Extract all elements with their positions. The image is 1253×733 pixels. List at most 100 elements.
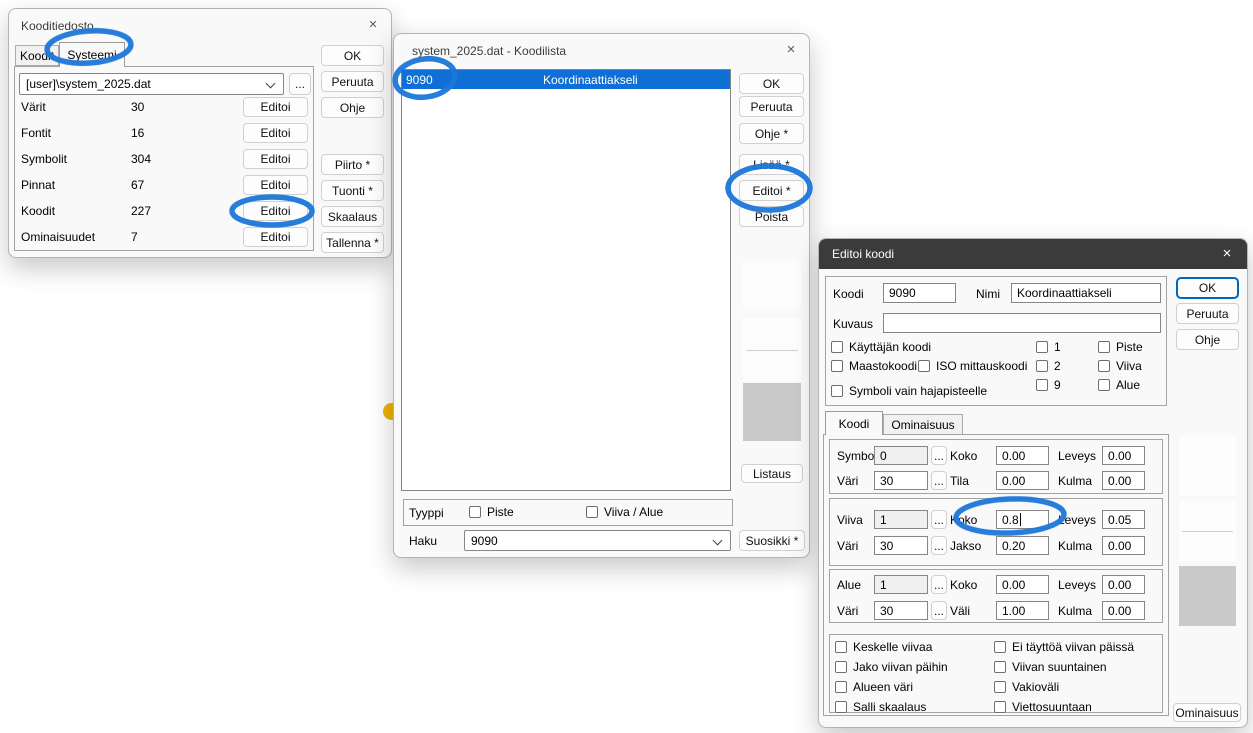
symboli-koko-field[interactable]: 0.00 [996, 446, 1049, 465]
ohje-button[interactable]: Ohje [321, 97, 384, 118]
tuonti-button[interactable]: Tuonti * [321, 180, 384, 201]
piirto-button[interactable]: Piirto * [321, 154, 384, 175]
checkbox-viivan-suuntainen[interactable]: Viivan suuntainen [994, 660, 1107, 674]
checkbox-kayttajan-koodi[interactable]: Käyttäjän koodi [831, 340, 931, 354]
ominaisuus-button[interactable]: Ominaisuus [1173, 703, 1241, 722]
close-icon[interactable]: × [781, 40, 801, 60]
viiva-vari-field[interactable]: 30 [874, 536, 928, 555]
listaus-button[interactable]: Listaus [741, 464, 803, 483]
peruuta-button[interactable]: Peruuta [1176, 303, 1239, 324]
checkbox-icon [831, 385, 843, 397]
alue-leveys-field[interactable]: 0.00 [1102, 575, 1145, 594]
viiva-vari-value: 30 [880, 539, 893, 553]
close-icon[interactable]: × [1217, 244, 1237, 264]
alue-vari-value: 30 [880, 604, 893, 618]
suosikki-button[interactable]: Suosikki * [739, 530, 805, 551]
checkbox-symboli-vain-hajapisteelle[interactable]: Symboli vain hajapisteelle [831, 384, 987, 398]
row-koodit-editoi-button[interactable]: Editoi [243, 201, 308, 221]
checkbox-piste[interactable]: Piste [469, 505, 514, 519]
close-icon[interactable]: × [363, 15, 383, 35]
alue-vari-field[interactable]: 30 [874, 601, 928, 620]
viiva-kulma-value: 0.00 [1108, 539, 1131, 553]
symboli-tila-field[interactable]: 0.00 [996, 471, 1049, 490]
alue-leveys-label: Leveys [1058, 578, 1096, 592]
row-symbolit-editoi-button[interactable]: Editoi [243, 149, 308, 169]
checkbox-ei-tayttoa-viivan-paissa[interactable]: Ei täyttöä viivan päissä [994, 640, 1134, 654]
checkbox-jako-viivan-paihin[interactable]: Jako viivan päihin [835, 660, 948, 674]
viiva-leveys-label: Leveys [1058, 513, 1096, 527]
viiva-kulma-label: Kulma [1058, 539, 1092, 553]
viiva-jakso-field[interactable]: 0.20 [996, 536, 1049, 555]
tab-ominaisuus[interactable]: Ominaisuus [883, 414, 963, 435]
viiva-koko-field[interactable]: 0.8 [996, 510, 1049, 529]
symboli-field[interactable]: 0 [874, 446, 928, 465]
tab-koodi[interactable]: Koodi [825, 411, 883, 435]
viiva-kulma-field[interactable]: 0.00 [1102, 536, 1145, 555]
symboli-vari-label: Väri [837, 474, 858, 488]
symboli-leveys-field[interactable]: 0.00 [1102, 446, 1145, 465]
haku-combobox[interactable]: 9090 [464, 530, 731, 551]
checkbox-iso-mittauskoodi[interactable]: ISO mittauskoodi [918, 359, 1027, 373]
alue-vari-ellipsis-button[interactable]: ... [931, 601, 947, 620]
checkbox-maastokoodi[interactable]: Maastokoodi [831, 359, 917, 373]
checkbox-9[interactable]: 9 [1036, 378, 1061, 392]
peruuta-button[interactable]: Peruuta [739, 96, 804, 117]
ok-button[interactable]: OK [739, 73, 804, 94]
ohje-button[interactable]: Ohje [1176, 329, 1239, 350]
alue-label: Alue [837, 578, 861, 592]
row-fontit-label: Fontit [21, 126, 51, 140]
checkbox-viettosuuntaan[interactable]: Viettosuuntaan [994, 700, 1092, 714]
peruuta-button[interactable]: Peruuta [321, 71, 384, 92]
symboli-ellipsis-button[interactable]: ... [931, 446, 947, 465]
checkbox-keskelle-viivaa[interactable]: Keskelle viivaa [835, 640, 932, 654]
alue-ellipsis-button[interactable]: ... [931, 575, 947, 594]
viiva-field[interactable]: 1 [874, 510, 928, 529]
viiva-group [829, 498, 1163, 566]
nimi-field[interactable]: Koordinaattiakseli [1011, 283, 1161, 303]
tab-koodit[interactable]: Koodit [15, 45, 59, 66]
koodi-field[interactable]: 9090 [883, 283, 956, 303]
alue-kulma-field[interactable]: 0.00 [1102, 601, 1145, 620]
symboli-vari-ellipsis-button[interactable]: ... [931, 471, 947, 490]
checkbox-viiva[interactable]: Viiva [1098, 359, 1142, 373]
viiva-leveys-field[interactable]: 0.05 [1102, 510, 1145, 529]
alue-value: 1 [880, 578, 887, 592]
checkbox-piste[interactable]: Piste [1098, 340, 1143, 354]
alue-koko-label: Koko [950, 578, 977, 592]
checkbox-vakiovali[interactable]: Vakioväli [994, 680, 1059, 694]
checkbox-alue[interactable]: Alue [1098, 378, 1140, 392]
code-file-combobox[interactable]: [user]\system_2025.dat [19, 73, 284, 95]
lisaa-button[interactable]: Lisää * [739, 154, 804, 175]
alue-field[interactable]: 1 [874, 575, 928, 594]
checkbox-alueen-vari[interactable]: Alueen väri [835, 680, 913, 694]
viiva-vari-ellipsis-button[interactable]: ... [931, 536, 947, 555]
checkbox-2[interactable]: 2 [1036, 359, 1061, 373]
skaalaus-button[interactable]: Skaalaus [321, 206, 384, 227]
ohje-button[interactable]: Ohje * [739, 123, 804, 144]
nimi-value: Koordinaattiakseli [1017, 286, 1112, 300]
tallenna-button[interactable]: Tallenna * [321, 232, 384, 253]
symboli-kulma-field[interactable]: 0.00 [1102, 471, 1145, 490]
editoi-button[interactable]: Editoi * [739, 180, 804, 201]
checkbox-salli-skaalaus[interactable]: Salli skaalaus [835, 700, 926, 714]
row-fontit-editoi-button[interactable]: Editoi [243, 123, 308, 143]
row-pinnat-editoi-button[interactable]: Editoi [243, 175, 308, 195]
kuvaus-field[interactable] [883, 313, 1161, 333]
list-item-selected[interactable]: 9090 Koordinaattiakseli [402, 70, 730, 89]
symboli-vari-field[interactable]: 30 [874, 471, 928, 490]
row-ominaisuudet-editoi-button[interactable]: Editoi [243, 227, 308, 247]
ok-button[interactable]: OK [321, 45, 384, 66]
alue-koko-field[interactable]: 0.00 [996, 575, 1049, 594]
code-list[interactable]: 9090 Koordinaattiakseli [401, 69, 731, 491]
checkbox-icon [835, 641, 847, 653]
checkbox-jako-viivan-paihin-label: Jako viivan päihin [853, 660, 948, 674]
ok-button[interactable]: OK [1176, 277, 1239, 299]
checkbox-1[interactable]: 1 [1036, 340, 1061, 354]
viiva-ellipsis-button[interactable]: ... [931, 510, 947, 529]
poista-button[interactable]: Poista [739, 206, 804, 227]
tab-systeemi[interactable]: Systeemi [59, 42, 125, 67]
browse-ellipsis-button[interactable]: ... [289, 73, 311, 95]
row-varit-editoi-button[interactable]: Editoi [243, 97, 308, 117]
alue-vali-field[interactable]: 1.00 [996, 601, 1049, 620]
checkbox-viiva-alue[interactable]: Viiva / Alue [586, 505, 663, 519]
